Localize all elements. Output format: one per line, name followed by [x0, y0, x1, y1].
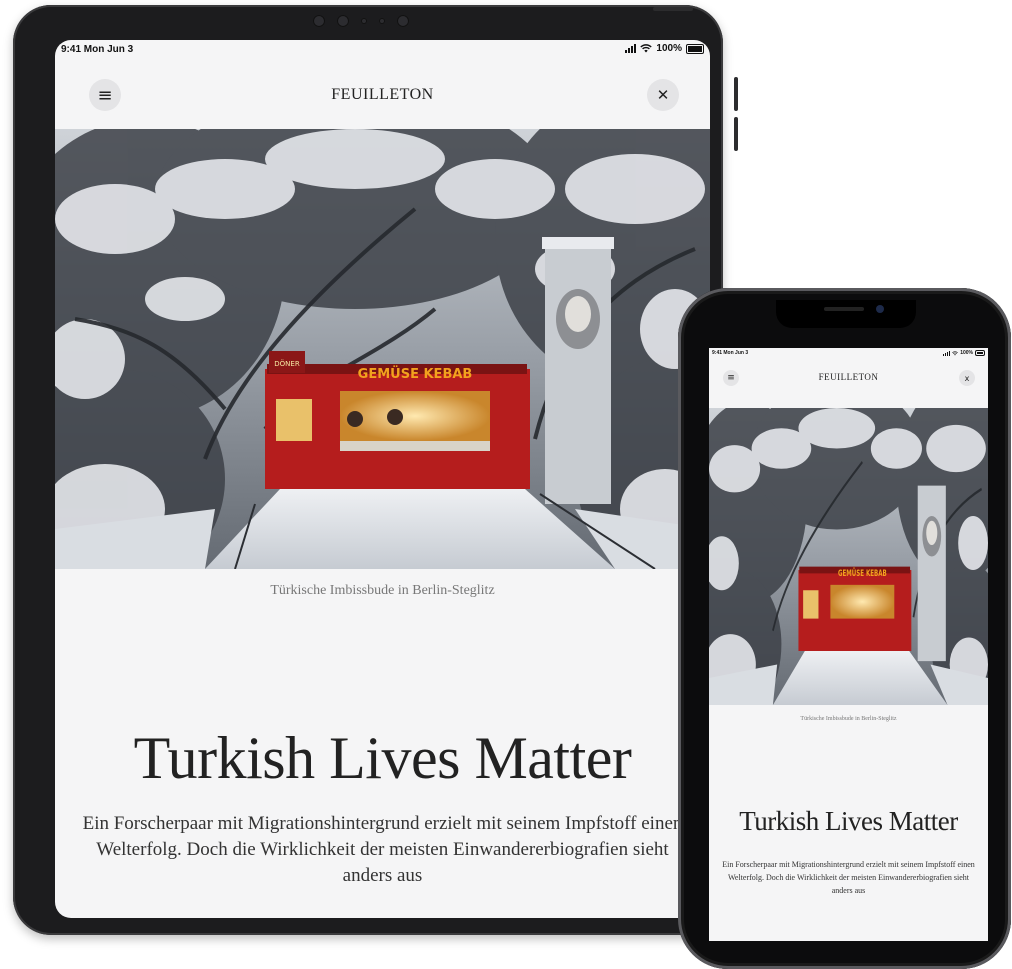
section-title: FEUILLETON: [331, 86, 434, 103]
hero-image: DÖNER GEMÜSE KEBAB: [55, 129, 710, 569]
iphone-screen: 9:41 Mon Jun 3 100% ≡ FEUILLETON x GEMÜS…: [709, 348, 988, 941]
battery-icon: [975, 350, 985, 356]
status-time: 9:41 Mon Jun 3: [712, 350, 749, 356]
status-time: 9:41 Mon Jun 3: [61, 44, 134, 55]
battery-icon: [686, 43, 704, 54]
cellular-signal-icon: [625, 44, 637, 53]
ipad-camera-array: [313, 13, 409, 29]
article-headline: Turkish Lives Matter: [133, 725, 632, 791]
hero-image: GEMÜSE KEBAB: [709, 408, 988, 705]
status-bar: 9:41 Mon Jun 3 100%: [709, 348, 988, 358]
ipad-screen: 9:41 Mon Jun 3 100% ≡ FEUILLETON ✕ DÖNER…: [55, 40, 710, 918]
nav-bar: ≡ FEUILLETON x: [709, 364, 988, 394]
close-button[interactable]: ✕: [647, 79, 679, 111]
svg-text:DÖNER: DÖNER: [274, 359, 300, 368]
image-caption: Türkische Imbissbude in Berlin-Steglitz: [270, 583, 495, 598]
iphone-device: 9:41 Mon Jun 3 100% ≡ FEUILLETON x GEMÜS…: [678, 288, 1011, 969]
battery-percent: 100%: [960, 350, 973, 356]
iphone-notch: [776, 300, 916, 328]
close-button[interactable]: x: [959, 370, 975, 386]
cellular-signal-icon: [943, 350, 951, 356]
wifi-icon: [640, 44, 653, 53]
kebab-sign: GEMÜSE KEBAB: [358, 366, 473, 382]
section-title: FEUILLETON: [818, 372, 879, 382]
ipad-device: 9:41 Mon Jun 3 100% ≡ FEUILLETON ✕ DÖNER…: [13, 5, 738, 935]
image-caption: Türkische Imbissbude in Berlin-Steglitz: [800, 716, 897, 722]
nav-bar: ≡ FEUILLETON ✕: [55, 70, 710, 120]
ipad-top-button: [653, 7, 693, 11]
ipad-volume-up-button: [734, 77, 738, 111]
kebab-sign: GEMÜSE KEBAB: [838, 568, 887, 579]
article-dek: Ein Forscherpaar mit Migrationshintergru…: [82, 813, 683, 886]
battery-percent: 100%: [656, 43, 682, 54]
status-bar: 9:41 Mon Jun 3 100%: [55, 40, 710, 58]
close-icon: x: [964, 373, 970, 383]
front-camera: [876, 305, 884, 313]
wifi-icon: [952, 350, 959, 355]
article-headline: Turkish Lives Matter: [739, 806, 958, 836]
close-icon: ✕: [656, 86, 670, 104]
ipad-volume-down-button: [734, 117, 738, 151]
article-dek: Ein Forscherpaar mit Migrationshintergru…: [722, 860, 975, 895]
speaker-grille: [824, 307, 864, 311]
